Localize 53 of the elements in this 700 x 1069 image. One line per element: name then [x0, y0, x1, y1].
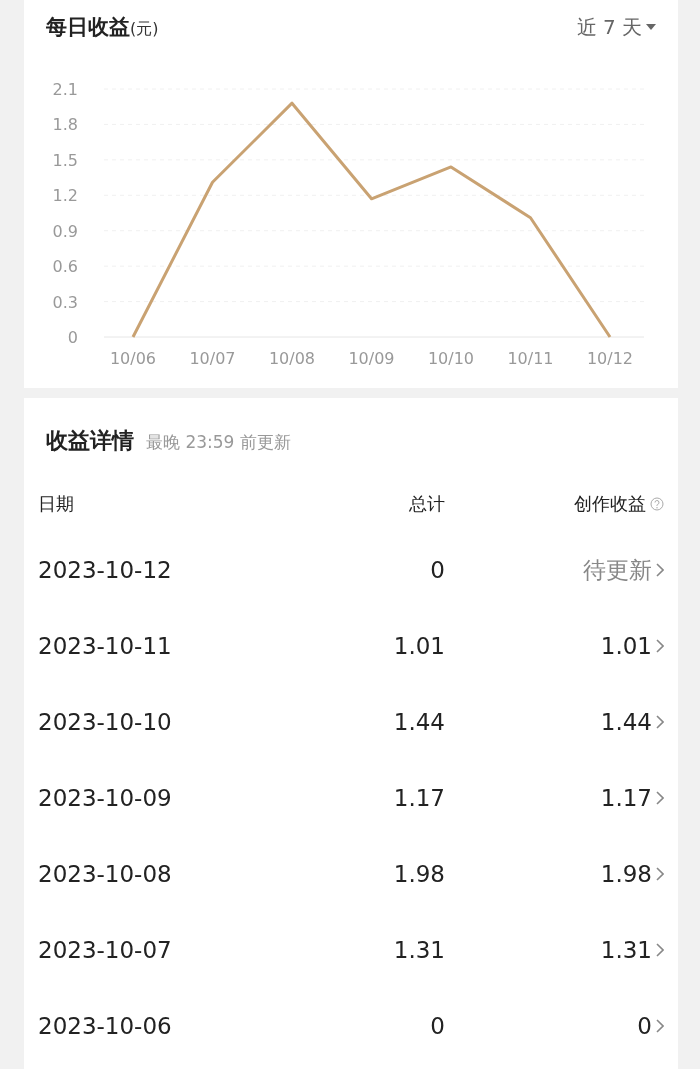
creation-earnings-link[interactable]: 1.98 [600, 861, 664, 887]
y-axis-label: 1.8 [52, 115, 78, 135]
y-axis-label: 1.2 [52, 186, 78, 206]
column-header: 总计 [409, 492, 445, 516]
date-cell: 2023-10-11 [38, 633, 172, 659]
total-cell: 1.17 [393, 785, 445, 811]
date-cell: 2023-10-08 [38, 861, 172, 887]
chevron-right-icon [656, 715, 664, 729]
x-axis-label: 10/12 [586, 349, 634, 368]
creation-earnings-link[interactable]: 1.31 [600, 937, 664, 963]
x-axis-label: 10/10 [427, 349, 475, 368]
chevron-right-icon [656, 639, 664, 653]
date-cell: 2023-10-09 [38, 785, 172, 811]
total-cell: 1.44 [393, 709, 445, 735]
y-axis-label: 1.5 [52, 150, 78, 170]
y-axis-label: 0 [67, 328, 78, 347]
x-axis-label: 10/11 [507, 349, 554, 368]
total-cell: 1.31 [393, 937, 445, 963]
column-header: 日期 [38, 492, 74, 516]
date-cell: 2023-10-10 [38, 709, 172, 735]
chevron-right-icon [656, 1019, 664, 1033]
y-axis-label: 2.1 [52, 80, 78, 99]
section-title: 收益详情 [46, 427, 134, 455]
date-cell: 2023-10-07 [38, 937, 172, 963]
range-dropdown[interactable]: 近 7 天 [576, 13, 656, 41]
creation-earnings-link[interactable]: 待更新 [583, 554, 664, 586]
chevron-right-icon [656, 867, 664, 881]
date-cell: 2023-10-06 [38, 1013, 172, 1039]
total-cell: 0 [430, 557, 445, 583]
date-cell: 2023-10-12 [38, 557, 172, 583]
total-cell: 0 [430, 1013, 445, 1039]
creation-earnings-link[interactable]: 1.17 [600, 785, 664, 811]
x-axis-label: 10/06 [109, 349, 157, 368]
y-axis-label: 0.3 [52, 292, 78, 312]
x-axis-label: 10/09 [348, 349, 395, 368]
update-note: 最晚 23:59 前更新 [146, 431, 291, 454]
creation-earnings-link[interactable]: 1.01 [600, 633, 664, 659]
x-axis-label: 10/08 [268, 349, 316, 368]
dropdown-caret-icon [646, 24, 656, 30]
x-axis-label: 10/07 [189, 349, 236, 368]
column-header: 创作收益 [574, 492, 646, 516]
creation-earnings-link[interactable]: 0 [637, 1013, 664, 1039]
help-icon[interactable] [650, 497, 664, 511]
chevron-right-icon [656, 563, 664, 577]
y-axis-label: 0.6 [52, 257, 78, 277]
chevron-right-icon [656, 943, 664, 957]
chevron-right-icon [656, 791, 664, 805]
card-title: 每日收益 [46, 14, 130, 41]
creation-earnings-link[interactable]: 1.44 [600, 709, 664, 735]
y-axis-label: 0.9 [52, 221, 78, 241]
unit-label: (元) [130, 19, 159, 40]
total-cell: 1.98 [393, 861, 445, 887]
total-cell: 1.01 [393, 633, 445, 659]
